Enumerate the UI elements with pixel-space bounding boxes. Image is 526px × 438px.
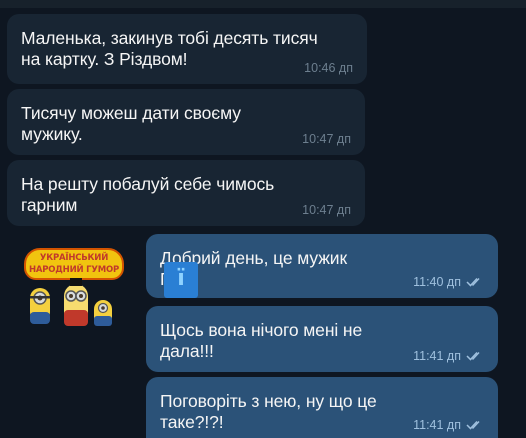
message-time: 10:47 дп <box>302 132 351 146</box>
message-meta: 11:40 дп <box>413 275 484 289</box>
message-time: 10:47 дп <box>302 203 351 217</box>
message-meta: 11:41 дп <box>413 418 484 432</box>
message-bubble-incoming[interactable]: Тисячу можеш дати своєму мужику. 10:47 д… <box>7 89 365 155</box>
top-strip <box>0 0 526 8</box>
double-check-icon <box>466 420 484 430</box>
message-bubble-outgoing[interactable]: Щось вона нічого мені не дала!!! 11:41 д… <box>146 306 498 372</box>
message-meta: 10:46 дп <box>304 61 353 75</box>
message-text: Поговоріть з нею, ну що це таке?!?! <box>160 391 377 432</box>
double-check-icon <box>466 277 484 287</box>
message-meta: 10:47 дп <box>302 203 351 217</box>
message-bubble-incoming[interactable]: На решту побалуй себе чимось гарним 10:4… <box>7 160 365 226</box>
double-check-icon <box>466 351 484 361</box>
minion-sticker: УКРАЇНСЬКИЙ НАРОДНИЙ ГУМОР <box>24 248 124 340</box>
message-time: 11:41 дп <box>413 418 461 432</box>
message-text: Маленька, закинув тобі десять тисяч на к… <box>21 28 318 69</box>
message-text: Щось вона нічого мені не дала!!! <box>160 320 363 361</box>
message-text: Тисячу можеш дати своєму мужику. <box>21 103 241 144</box>
overlay-badge: ї <box>164 262 198 298</box>
message-text: На решту побалуй себе чимось гарним <box>21 174 275 215</box>
message-time: 11:41 дп <box>413 349 461 363</box>
message-time: 10:46 дп <box>304 61 353 75</box>
message-bubble-outgoing[interactable]: Добрий день, це мужик Г ї 11:40 дп <box>146 234 498 298</box>
message-meta: 10:47 дп <box>302 132 351 146</box>
message-bubble-incoming[interactable]: Маленька, закинув тобі десять тисяч на к… <box>7 14 367 84</box>
minions-illustration <box>30 278 112 326</box>
message-bubble-outgoing[interactable]: Поговоріть з нею, ну що це таке?!?! 11:4… <box>146 377 498 438</box>
message-meta: 11:41 дп <box>413 349 484 363</box>
message-time: 11:40 дп <box>413 275 461 289</box>
